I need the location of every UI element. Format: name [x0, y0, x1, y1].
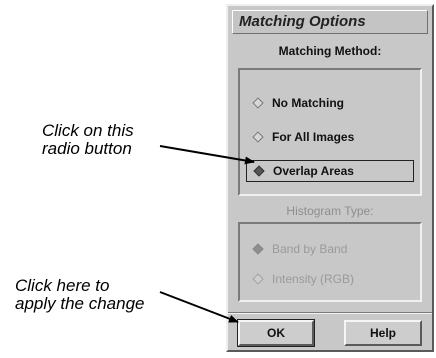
radio-overlap-areas[interactable]: Overlap Areas [246, 160, 414, 182]
ok-button[interactable]: OK [237, 319, 315, 347]
apply-callout: Click here to apply the change [15, 277, 145, 313]
matching-method-label: Matching Method: [278, 44, 382, 58]
radio-label: Overlap Areas [273, 164, 354, 178]
matching-method-group: No Matching For All Images Overlap Areas [238, 68, 422, 196]
radio-diamond-selected-icon [252, 243, 264, 255]
callout-line-1: Click on this [42, 121, 134, 140]
callout-line-2: apply the change [15, 294, 145, 313]
callout-line-2: radio button [42, 139, 132, 158]
radio-intensity-rgb[interactable]: Intensity (RGB) [252, 268, 355, 290]
radio-band-by-band[interactable]: Band by Band [252, 238, 348, 260]
radio-diamond-selected-icon [253, 165, 265, 177]
radio-button-callout: Click on this radio button [42, 122, 134, 158]
callout-line-1: Click here to [15, 276, 110, 295]
help-button[interactable]: Help [344, 320, 422, 346]
radio-label: No Matching [272, 96, 344, 110]
matching-options-dialog: Matching Options Matching Method: No Mat… [226, 4, 434, 352]
histogram-type-group: Band by Band Intensity (RGB) [238, 222, 422, 302]
histogram-type-label: Histogram Type: [286, 204, 374, 218]
radio-diamond-icon [252, 97, 264, 109]
radio-no-matching[interactable]: No Matching [252, 92, 344, 114]
radio-diamond-icon [252, 131, 264, 143]
radio-for-all-images[interactable]: For All Images [252, 126, 355, 148]
radio-diamond-icon [252, 273, 264, 285]
dialog-title: Matching Options [232, 10, 428, 34]
radio-label: For All Images [272, 130, 355, 144]
button-separator [228, 312, 432, 314]
radio-label: Intensity (RGB) [272, 272, 355, 286]
radio-label: Band by Band [272, 242, 348, 256]
